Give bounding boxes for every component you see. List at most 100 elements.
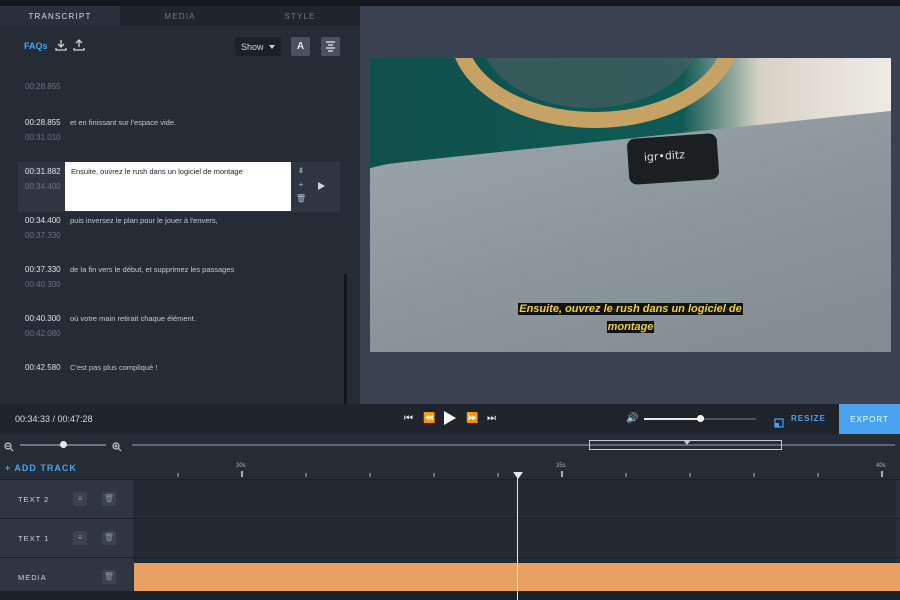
tab-style[interactable]: STYLE — [240, 6, 360, 26]
track-lane[interactable] — [134, 480, 896, 519]
volume-slider[interactable] — [644, 415, 756, 422]
play-row-icon[interactable] — [318, 182, 325, 190]
track-header: TEXT 2 ≡ 🗑 — [0, 480, 133, 519]
trash-icon[interactable]: 🗑 — [102, 492, 116, 506]
tick — [497, 473, 499, 477]
subtitle-line-1: Ensuite, ouvrez le rush dans un logiciel… — [518, 303, 743, 315]
track-text-2: TEXT 2 ≡ 🗑 — [0, 479, 900, 519]
tick — [561, 471, 563, 477]
row-end-time: 00:28.855 — [25, 82, 61, 91]
row-start-time: 00:40.300 — [25, 314, 61, 323]
tick — [369, 473, 371, 477]
sliders-icon[interactable]: ≡ — [73, 492, 87, 506]
fast-forward-icon[interactable]: ⏩ — [466, 413, 478, 424]
transcript-row-active[interactable]: 00:31.882 00:34.400 Ensuite, ouvrez le r… — [18, 162, 340, 212]
subtitle-overlay: Ensuite, ouvrez le rush dans un logiciel… — [370, 300, 891, 336]
tick — [753, 473, 755, 477]
bottom-bar — [0, 591, 900, 600]
track-lane[interactable] — [134, 519, 896, 558]
resize-icon — [774, 415, 784, 433]
tab-media[interactable]: MEDIA — [120, 6, 240, 26]
font-icon: A — [296, 41, 305, 52]
video-preview-area: igr•ditz Ensuite, ouvrez le rush dans un… — [360, 6, 900, 404]
volume-fill — [644, 418, 700, 420]
row-start-time: 00:31.882 — [25, 167, 61, 176]
track-label: TEXT 1 — [18, 534, 50, 543]
tab-transcript[interactable]: TRANSCRIPT — [0, 6, 120, 26]
playhead[interactable] — [517, 478, 518, 600]
tick — [881, 471, 883, 477]
row-text: de la fin vers le début, et supprimez le… — [70, 265, 235, 274]
volume-knob[interactable] — [697, 415, 704, 422]
video-frame[interactable]: igr•ditz Ensuite, ouvrez le rush dans un… — [370, 58, 891, 352]
resize-button[interactable]: RESIZE — [791, 414, 826, 423]
add-track-button[interactable]: + ADD TRACK — [5, 463, 77, 473]
transcript-row[interactable]: 00:34.400 00:37.330 puis inversez le pla… — [18, 211, 340, 259]
tick — [305, 473, 307, 477]
video-device: igr•ditz — [626, 132, 720, 186]
transcript-row[interactable]: 00:37.330 00:40.300 de la fin vers le dé… — [18, 260, 340, 308]
rewind-icon[interactable]: ⏪ — [423, 413, 435, 424]
font-style-button[interactable]: A — [291, 37, 310, 56]
volume-icon[interactable]: 🔊 — [626, 413, 638, 424]
transcript-row[interactable]: 00:28.855 00:31.010 et en finissant sur … — [18, 113, 340, 161]
panel-tabs: TRANSCRIPT MEDIA STYLE — [0, 6, 360, 26]
row-text: Ensuite, ouvrez le rush dans un logiciel… — [71, 167, 243, 176]
playhead-handle[interactable] — [513, 472, 523, 479]
zoom-row — [0, 434, 900, 456]
row-start-time: 00:34.400 — [25, 216, 61, 225]
export-button[interactable]: EXPORT — [839, 404, 900, 434]
tick — [689, 473, 691, 477]
align-button[interactable] — [321, 37, 340, 56]
timecode: 00:34:33 / 00:47:28 — [15, 414, 93, 424]
tick — [241, 471, 243, 477]
sliders-icon[interactable]: ≡ — [73, 531, 87, 545]
row-end-time: 00:42.080 — [25, 329, 61, 338]
play-icon[interactable] — [444, 411, 456, 425]
device-label: igr•ditz — [643, 148, 686, 165]
show-dropdown[interactable]: Show — [235, 37, 281, 56]
zoom-out-icon[interactable] — [4, 439, 14, 457]
tick — [817, 473, 819, 477]
add-icon[interactable]: + — [296, 180, 306, 190]
skip-start-icon[interactable]: ⏮ — [404, 413, 413, 424]
faqs-link[interactable]: FAQs — [24, 41, 48, 51]
tick-label: 30s — [236, 463, 246, 469]
transcript-list: 00:28.855 00:28.855 00:31.010 et en fini… — [0, 68, 345, 398]
skip-end-icon[interactable]: ⏭ — [487, 413, 496, 424]
upload-icon[interactable] — [72, 38, 86, 52]
trash-icon[interactable]: 🗑 — [102, 531, 116, 545]
trash-icon[interactable]: 🗑 — [296, 194, 306, 204]
subtitle-line-2: montage — [606, 321, 655, 333]
transcript-row[interactable]: 00:28.855 — [18, 68, 340, 110]
track-label: TEXT 2 — [18, 495, 50, 504]
row-end-time: 00:31.010 — [25, 133, 61, 142]
transcript-toolbar: FAQs Show A — [0, 34, 360, 60]
transcript-row[interactable]: 00:40.300 00:42.080 où votre main retira… — [18, 309, 340, 357]
transcript-scrollbar[interactable] — [344, 274, 347, 404]
zoom-in-icon[interactable] — [112, 439, 122, 457]
split-icon[interactable]: ⇟ — [296, 166, 306, 176]
list-fade — [0, 366, 345, 404]
download-icon[interactable] — [54, 38, 68, 52]
row-end-time: 00:40.300 — [25, 280, 61, 289]
zoom-knob[interactable] — [60, 441, 67, 448]
viewport-marker-icon — [684, 441, 690, 445]
tick — [177, 473, 179, 477]
tick — [433, 473, 435, 477]
row-text-editor[interactable]: Ensuite, ouvrez le rush dans un logiciel… — [65, 162, 291, 211]
row-end-time: 00:37.330 — [25, 231, 61, 240]
zoom-slider[interactable] — [20, 441, 106, 448]
row-text: et en finissant sur l'espace vide. — [70, 118, 177, 127]
trash-icon[interactable]: 🗑 — [102, 570, 116, 584]
timeline-ruler: + ADD TRACK 30s 35s 40s — [0, 456, 900, 480]
track-header: TEXT 1 ≡ 🗑 — [0, 519, 133, 558]
transcript-panel: TRANSCRIPT MEDIA STYLE FAQs Show A 00:28… — [0, 6, 360, 404]
align-icon — [326, 41, 335, 52]
row-start-time: 00:37.330 — [25, 265, 61, 274]
track-label: MEDIA — [18, 573, 47, 582]
player-controls: 00:34:33 / 00:47:28 ⏮ ⏪ ⏩ ⏭ 🔊 RESIZE EXP… — [0, 404, 900, 434]
tick-label: 40s — [876, 463, 886, 469]
tick — [625, 473, 627, 477]
track-text-1: TEXT 1 ≡ 🗑 — [0, 518, 900, 558]
